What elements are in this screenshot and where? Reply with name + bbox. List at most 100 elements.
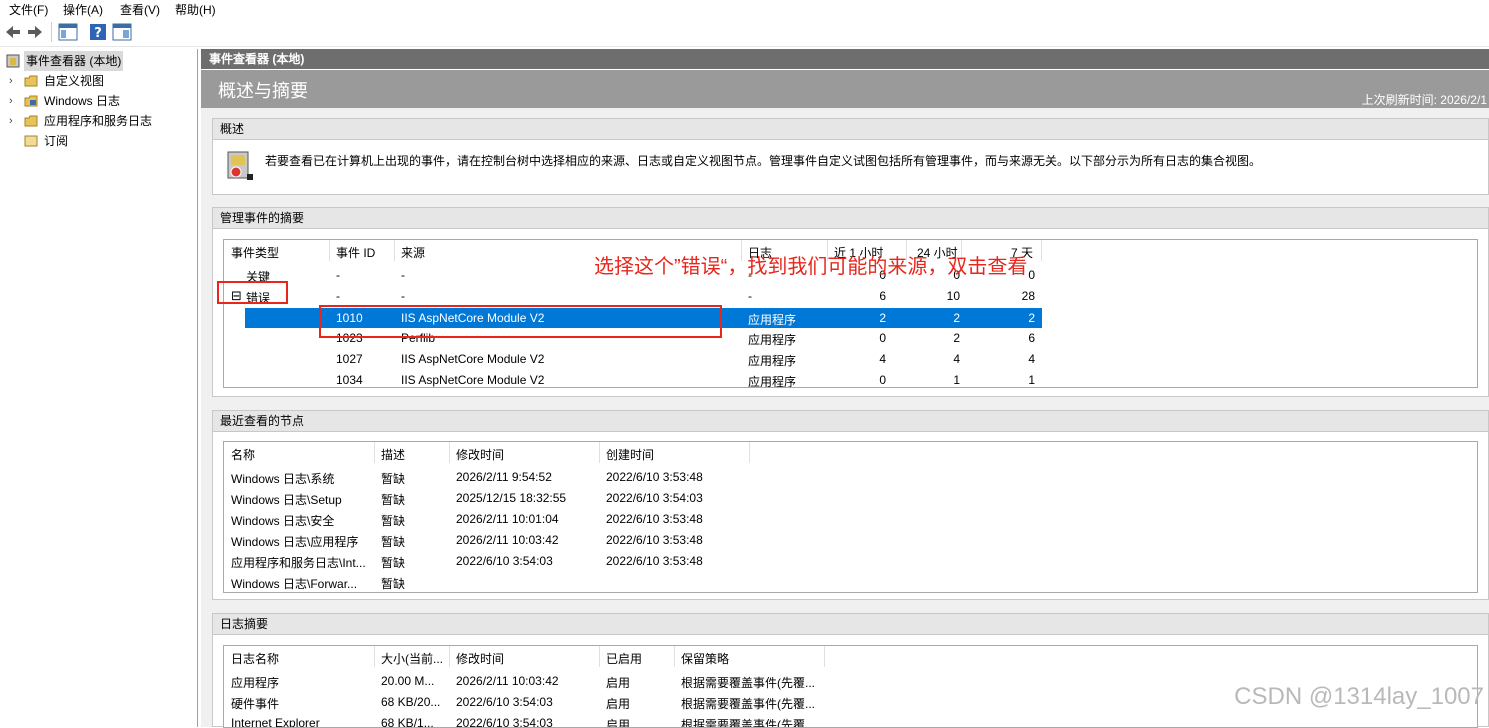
column-divider [599, 646, 600, 667]
tree-root-event-viewer[interactable]: 事件查看器 (本地) [0, 51, 197, 71]
row-log: 应用程序 [748, 313, 797, 327]
chevron-right-icon[interactable]: › [9, 91, 13, 111]
subscription-icon [24, 135, 38, 147]
col-header-created[interactable]: 创建时间 [606, 446, 654, 463]
row-24hours: 4 [953, 352, 960, 366]
row-event-id: - [336, 268, 340, 282]
column-divider [374, 442, 375, 463]
chevron-right-icon[interactable]: › [9, 71, 13, 91]
row-name: Windows 日志\系统 [231, 472, 335, 486]
tree-item-label: 应用程序和服务日志 [44, 114, 153, 128]
toolbar-separator [51, 22, 52, 42]
menu-file[interactable]: 文件(F) [9, 1, 48, 18]
col-header-log-name[interactable]: 日志名称 [231, 650, 279, 667]
row-description: 暂缺 [381, 535, 406, 549]
table-row-error[interactable]: ⊟ 错误 - - - 6 10 28 [224, 286, 1044, 307]
event-viewer-icon [6, 54, 20, 68]
recent-nodes-section: 最近查看的节点 名称 描述 修改时间 创建时间 Windows 日志\系统 暂缺… [212, 410, 1489, 600]
col-header-description[interactable]: 描述 [381, 446, 405, 463]
tree-item-label: 订阅 [44, 134, 69, 148]
row-7days: 28 [1021, 289, 1035, 303]
csdn-watermark: CSDN @1314lay_1007 [1234, 683, 1484, 710]
row-description: 暂缺 [381, 556, 406, 570]
row-source: IIS AspNetCore Module V2 [401, 352, 545, 366]
col-header-enabled[interactable]: 已启用 [606, 650, 642, 667]
forward-arrow-icon[interactable] [26, 22, 44, 42]
col-header-event-type[interactable]: 事件类型 [231, 244, 279, 261]
row-log: 应用程序 [748, 354, 797, 368]
column-divider [1041, 240, 1042, 261]
tree-item-app-service-logs[interactable]: › 应用程序和服务日志 [0, 111, 197, 131]
col-header-retention[interactable]: 保留策略 [681, 650, 729, 667]
console-tree: 事件查看器 (本地) › 自定义视图 › Windows 日志 › 应用程序和服… [0, 49, 198, 727]
overview-section-header[interactable]: 概述 [213, 119, 1488, 140]
col-header-size[interactable]: 大小(当前... [381, 650, 443, 667]
tree-item-custom-views[interactable]: › 自定义视图 [0, 71, 197, 91]
row-description: 暂缺 [381, 577, 406, 591]
log-summary-section-header[interactable]: 日志摘要 [213, 614, 1488, 635]
tree-item-windows-logs[interactable]: › Windows 日志 [0, 91, 197, 111]
col-header-source[interactable]: 来源 [401, 244, 425, 261]
back-arrow-icon[interactable] [4, 22, 22, 42]
tree-item-label: 自定义视图 [44, 74, 105, 88]
col-header-modified[interactable]: 修改时间 [456, 650, 504, 667]
row-name: Windows 日志\安全 [231, 514, 335, 528]
col-header-name[interactable]: 名称 [231, 446, 255, 463]
row-retention: 根据需要覆盖事件(先覆... [681, 676, 815, 690]
menu-help[interactable]: 帮助(H) [175, 1, 216, 18]
show-action-pane-icon[interactable] [112, 22, 132, 42]
row-name: Windows 日志\Setup [231, 493, 342, 507]
last-refresh: 上次刷新时间: 2026/2/1 [1361, 93, 1487, 107]
row-modified: 2026/2/11 10:03:42 [456, 533, 559, 547]
show-hide-console-tree-icon[interactable] [58, 22, 78, 42]
row-modified: 2026/2/11 9:54:52 [456, 470, 552, 484]
row-modified: 2026/2/11 10:01:04 [456, 512, 559, 526]
menu-view[interactable]: 查看(V) [120, 1, 160, 18]
tree-item-subscriptions[interactable]: 订阅 [0, 131, 197, 151]
help-icon[interactable]: ? [89, 22, 107, 42]
row-modified: 2022/6/10 3:54:03 [456, 554, 553, 568]
event-log-icon [227, 151, 253, 180]
table-row[interactable]: Internet Explorer 68 KB/1... 2022/6/10 3… [224, 713, 829, 728]
row-description: 暂缺 [381, 493, 406, 507]
admin-summary-section-header[interactable]: 管理事件的摘要 [213, 208, 1488, 229]
chevron-right-icon[interactable]: › [9, 111, 13, 131]
table-row[interactable]: 硬件事件 68 KB/20... 2022/6/10 3:54:03 启用 根据… [224, 692, 829, 713]
row-event-id: 1027 [336, 352, 363, 366]
row-modified: 2026/2/11 10:03:42 [456, 674, 559, 688]
row-1hour: 6 [879, 289, 886, 303]
recent-nodes-grid: 名称 描述 修改时间 创建时间 Windows 日志\系统 暂缺 2026/2/… [223, 441, 1478, 593]
annotation-box-source [319, 305, 722, 338]
overview-section: 概述 若要查看已在计算机上出现的事件，请在控制台树中选择相应的来源、日志或自定义… [212, 118, 1489, 195]
row-created: 2022/6/10 3:53:48 [606, 554, 703, 568]
tree-item-label: Windows 日志 [44, 94, 121, 108]
admin-summary-section: 管理事件的摘要 事件类型 事件 ID 来源 日志 近 1 小时 24 小时 7 … [212, 207, 1489, 397]
row-1hour: 0 [879, 373, 886, 387]
table-row[interactable]: Windows 日志\应用程序 暂缺 2026/2/11 10:03:42 20… [224, 530, 754, 551]
column-divider [394, 240, 395, 261]
table-row[interactable]: Windows 日志\Setup 暂缺 2025/12/15 18:32:55 … [224, 488, 754, 509]
col-header-modified[interactable]: 修改时间 [456, 446, 504, 463]
recent-nodes-section-header[interactable]: 最近查看的节点 [213, 411, 1488, 432]
row-created: 2022/6/10 3:53:48 [606, 533, 703, 547]
table-row[interactable]: 1034 IIS AspNetCore Module V2 应用程序 0 1 1 [224, 370, 1044, 387]
row-enabled: 启用 [606, 676, 631, 690]
table-row[interactable]: 应用程序 20.00 M... 2026/2/11 10:03:42 启用 根据… [224, 671, 829, 692]
pane-header: 事件查看器 (本地) [201, 49, 1489, 69]
toolbar: ? [0, 18, 1489, 47]
table-row[interactable]: Windows 日志\系统 暂缺 2026/2/11 9:54:52 2022/… [224, 467, 754, 488]
column-divider [674, 646, 675, 667]
table-row[interactable]: 1027 IIS AspNetCore Module V2 应用程序 4 4 4 [224, 349, 1044, 370]
table-row[interactable]: Windows 日志\Forwar... 暂缺 [224, 572, 754, 592]
table-row[interactable]: 应用程序和服务日志\Int... 暂缺 2022/6/10 3:54:03 20… [224, 551, 754, 572]
row-created: 2022/6/10 3:53:48 [606, 470, 703, 484]
menu-action[interactable]: 操作(A) [63, 1, 103, 18]
menu-bar: 文件(F) 操作(A) 查看(V) 帮助(H) [0, 0, 1489, 17]
row-size: 20.00 M... [381, 674, 435, 688]
row-log: 应用程序 [748, 333, 797, 347]
col-header-event-id[interactable]: 事件 ID [336, 244, 375, 261]
table-row[interactable]: Windows 日志\安全 暂缺 2026/2/11 10:01:04 2022… [224, 509, 754, 530]
row-name: Windows 日志\应用程序 [231, 535, 359, 549]
tree-root-label: 事件查看器 (本地) [24, 51, 124, 71]
row-retention: 根据需要覆盖事件(先覆... [681, 718, 815, 728]
